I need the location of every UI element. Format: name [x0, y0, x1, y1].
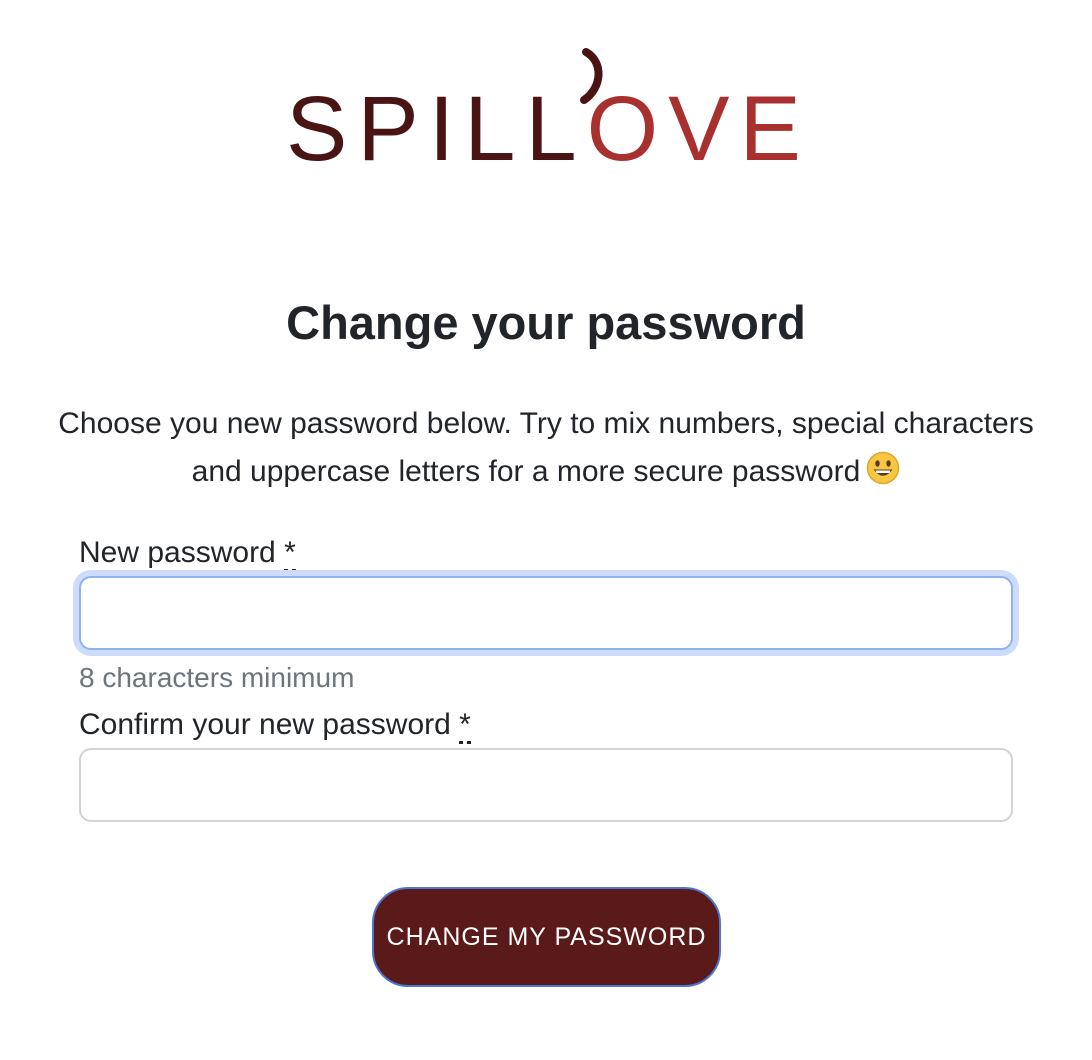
intro-text: Choose you new password below. Try to mi… — [56, 400, 1036, 500]
new-password-input[interactable] — [79, 576, 1013, 650]
new-password-label-text: New password — [79, 536, 276, 569]
page-title: Change your password — [286, 296, 806, 349]
new-password-label: New password * — [79, 533, 296, 573]
confirm-password-label-text: Confirm your new password — [79, 708, 451, 741]
confirm-password-label: Confirm your new password * — [79, 705, 471, 745]
confirm-password-input[interactable] — [79, 748, 1013, 822]
change-password-button[interactable]: CHANGE MY PASSWORD — [372, 887, 721, 987]
required-mark: * — [459, 708, 471, 744]
svg-text:SPILLOVER: SPILLOVER — [286, 78, 806, 168]
logo: SPILLOVER — [0, 44, 1092, 168]
required-mark: * — [284, 536, 296, 572]
grinning-face-icon — [866, 451, 900, 500]
spillover-logo: SPILLOVER — [286, 48, 806, 168]
new-password-help: 8 characters minimum — [79, 662, 355, 693]
